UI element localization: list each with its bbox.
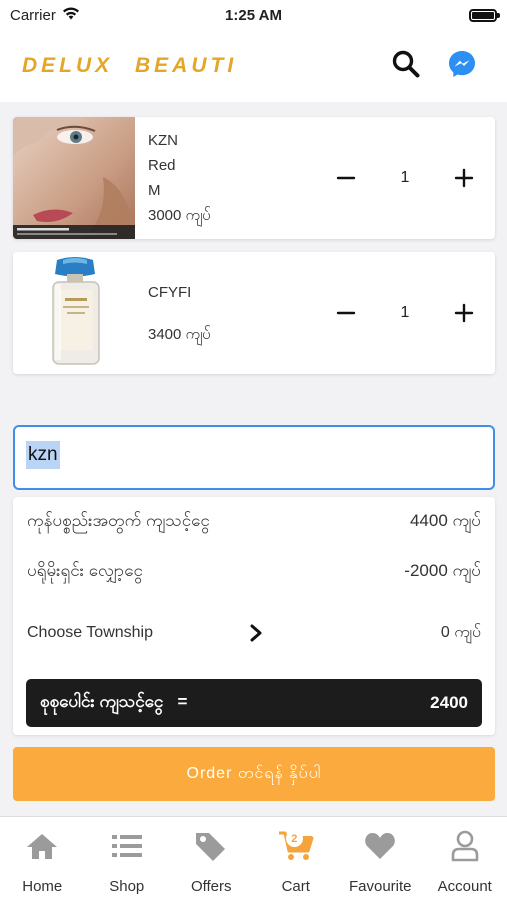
cart-icon: 2 bbox=[278, 828, 314, 864]
item-price: 3400 ကျပ် bbox=[148, 325, 211, 343]
tab-label: Offers bbox=[190, 878, 232, 895]
voucher-code-input[interactable] bbox=[13, 425, 495, 490]
subtotal-label: ကုန်ပစ္စည်းအတွက် ကျသင့်ငွေ bbox=[27, 510, 210, 530]
item-name: CFYFI bbox=[148, 283, 192, 301]
home-icon bbox=[24, 828, 60, 864]
total-label: စုစုပေါင်း ကျသင့်ငွေ = bbox=[40, 691, 188, 711]
product-image bbox=[13, 252, 135, 374]
messenger-icon[interactable] bbox=[447, 49, 477, 84]
tab-home[interactable]: Home bbox=[0, 817, 85, 900]
item-name: KZN bbox=[148, 132, 178, 149]
tab-label: Favourite bbox=[348, 878, 412, 895]
tab-favourite[interactable]: Favourite bbox=[338, 817, 423, 900]
item-color: Red bbox=[148, 157, 176, 174]
tab-account[interactable]: Account bbox=[423, 817, 507, 900]
township-row[interactable]: Choose Township 0 ကျပ် bbox=[27, 619, 481, 647]
cart-list: KZN Red M 3000 ကျပ် 1 CFYFI 3400 ကျပ် 1 bbox=[13, 117, 495, 387]
order-summary: ကုန်ပစ္စည်းအတွက် ကျသင့်ငွေ 4400 ကျပ် ပရိ… bbox=[13, 497, 495, 735]
item-info: KZN Red M 3000 ကျပ် bbox=[135, 117, 211, 239]
face-model-image bbox=[13, 117, 135, 239]
tab-label: Cart bbox=[281, 878, 310, 895]
list-icon bbox=[109, 828, 145, 864]
brand-logo: DELUX BEAUTI bbox=[22, 54, 238, 77]
carrier-label: Carrier bbox=[10, 6, 56, 24]
battery-icon bbox=[469, 8, 500, 22]
subtotal-value: 4400 ကျပ် bbox=[409, 510, 481, 530]
quantity-value: 1 bbox=[400, 169, 410, 186]
plus-icon[interactable] bbox=[451, 300, 477, 326]
status-left: Carrier bbox=[10, 7, 80, 24]
discount-label: ပရိုမိုးရှင်း လျှော့ငွေ bbox=[27, 560, 143, 580]
chevron-right-icon[interactable] bbox=[249, 624, 263, 647]
header-actions bbox=[391, 49, 477, 84]
total-bar: စုစုပေါင်း ကျသင့်ငွေ = 2400 bbox=[26, 679, 482, 727]
cart-badge: 2 bbox=[285, 830, 303, 847]
quantity-stepper: 1 bbox=[333, 252, 477, 374]
tab-shop[interactable]: Shop bbox=[85, 817, 170, 900]
tab-cart[interactable]: 2 Cart bbox=[254, 817, 339, 900]
plus-icon[interactable] bbox=[451, 165, 477, 191]
township-fee: 0 ကျပ် bbox=[440, 624, 481, 641]
quantity-stepper: 1 bbox=[333, 117, 477, 239]
tab-label: Shop bbox=[109, 878, 145, 895]
bottom-tab-bar: Home Shop Offers 2 Cart Favourite Accoun… bbox=[0, 816, 507, 900]
quantity-value: 1 bbox=[400, 304, 410, 321]
perfume-bottle-image bbox=[13, 252, 135, 374]
order-button[interactable]: Order တင်ရန် နှိပ်ပါ bbox=[13, 747, 495, 801]
tab-label: Account bbox=[437, 878, 492, 895]
total-value: 2400 bbox=[430, 693, 468, 712]
cart-item: KZN Red M 3000 ကျပ် 1 bbox=[13, 117, 495, 239]
discount-value: -2000 ကျပ် bbox=[404, 560, 481, 580]
township-label[interactable]: Choose Township bbox=[27, 624, 247, 642]
tab-label: Home bbox=[22, 878, 63, 895]
minus-icon[interactable] bbox=[333, 165, 359, 191]
item-size: M bbox=[148, 182, 161, 199]
product-image bbox=[13, 117, 135, 239]
tag-icon bbox=[193, 828, 229, 864]
user-icon bbox=[447, 828, 483, 864]
tab-offers[interactable]: Offers bbox=[169, 817, 254, 900]
minus-icon[interactable] bbox=[333, 300, 359, 326]
item-info: CFYFI 3400 ကျပ် bbox=[135, 252, 211, 374]
heart-icon bbox=[362, 828, 398, 864]
cart-item: CFYFI 3400 ကျပ် 1 bbox=[13, 252, 495, 374]
discount-row: ပရိုမိုးရှင်း လျှော့ငွေ -2000 ကျပ် bbox=[27, 558, 481, 586]
wifi-icon bbox=[62, 7, 80, 24]
item-price: 3000 ကျပ် bbox=[148, 207, 211, 224]
app-header: DELUX BEAUTI bbox=[0, 30, 507, 102]
status-bar: Carrier 1:25 AM bbox=[0, 0, 507, 30]
search-icon[interactable] bbox=[391, 49, 421, 84]
subtotal-row: ကုန်ပစ္စည်းအတွက် ကျသင့်ငွေ 4400 ကျပ် bbox=[27, 508, 481, 536]
